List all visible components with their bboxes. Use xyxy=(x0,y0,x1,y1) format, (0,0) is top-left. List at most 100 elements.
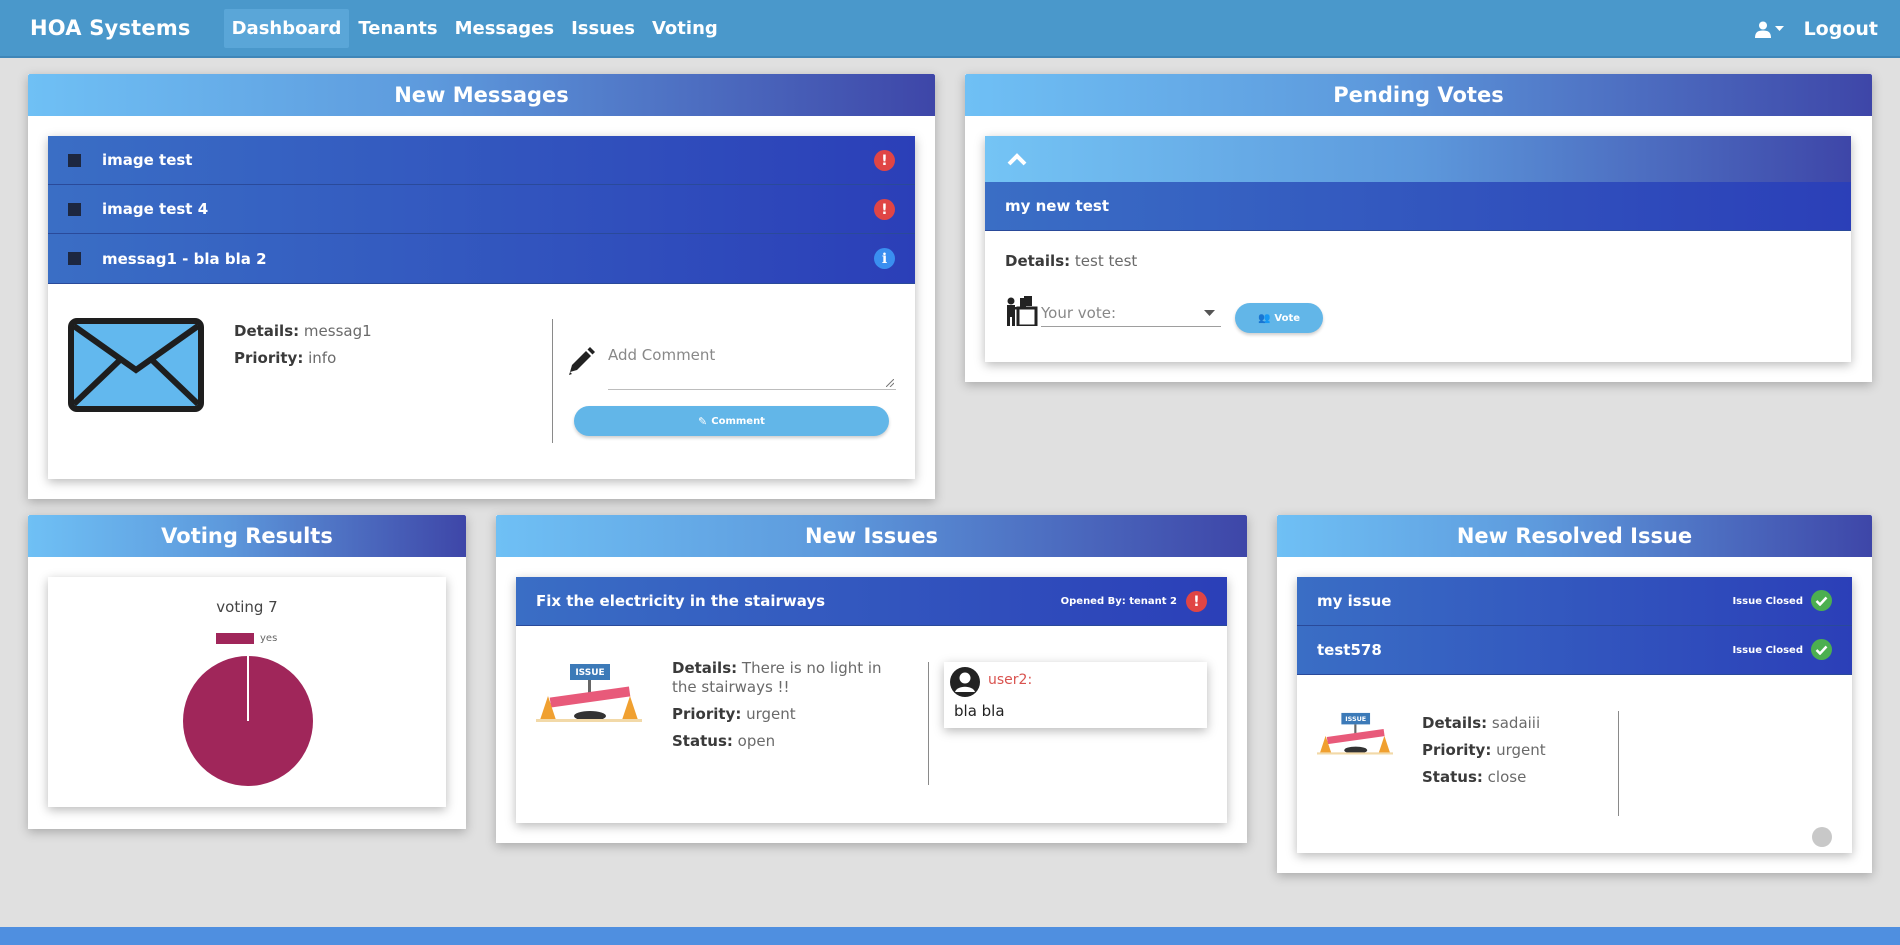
exclamation-icon: ! xyxy=(874,199,895,220)
message-bullet xyxy=(68,202,81,216)
details-value: sadaiii xyxy=(1491,714,1541,732)
nav-messages[interactable]: Messages xyxy=(447,9,563,48)
issue-details: Details: There is no light in the stairw… xyxy=(672,659,902,751)
details-value: messag1 xyxy=(303,322,372,340)
comment-button-label: Comment xyxy=(711,415,765,427)
status-label: Status: xyxy=(672,732,733,750)
messages-card: image test ! image test 4 ! messag1 - bl… xyxy=(48,136,915,479)
check-circle-icon xyxy=(1811,639,1832,660)
divider xyxy=(552,319,553,443)
issue-title: Fix the electricity in the stairways xyxy=(536,592,826,610)
resolved-panel: New Resolved Issue my issue Issue Closed… xyxy=(1277,515,1872,873)
details-label: Details: xyxy=(1422,714,1488,732)
pencil-small-icon: ✎ xyxy=(698,414,708,428)
opened-by-label: Opened By: tenant 2 xyxy=(1060,595,1177,607)
priority-label: Priority: xyxy=(234,349,304,367)
vote-item[interactable]: my new test xyxy=(985,182,1851,231)
ballot-box-icon xyxy=(1007,296,1038,326)
legend-swatch xyxy=(216,633,254,644)
resolved-item-title: my issue xyxy=(1317,592,1392,610)
pie-chart xyxy=(183,656,313,786)
status-value: open xyxy=(737,732,776,750)
avatar-icon xyxy=(950,667,980,697)
votes-panel: Pending Votes my new test Details: test … xyxy=(965,74,1872,382)
resolved-item[interactable]: test578 Issue Closed xyxy=(1297,626,1852,675)
vote-select-placeholder: Your vote: xyxy=(1041,304,1117,322)
divider xyxy=(928,662,929,785)
footer-bar xyxy=(0,927,1900,945)
brand-logo[interactable]: HOA Systems xyxy=(30,16,191,40)
message-item[interactable]: image test ! xyxy=(48,136,915,185)
user-menu-toggle[interactable] xyxy=(1754,21,1784,38)
comment-button[interactable]: ✎ Comment xyxy=(574,406,889,436)
resolved-card: my issue Issue Closed test578 Issue Clos… xyxy=(1297,577,1852,853)
nav-right-group: Logout xyxy=(1754,0,1878,58)
votes-panel-title: Pending Votes xyxy=(965,74,1872,116)
messages-panel: New Messages image test ! image test 4 !… xyxy=(28,74,935,499)
priority-label: Priority: xyxy=(672,705,742,723)
priority-value: info xyxy=(308,349,337,367)
message-details-block: Details: messag1 Priority: info xyxy=(234,318,534,372)
resize-handle-icon[interactable] xyxy=(886,379,894,387)
comment-textarea[interactable]: Add Comment xyxy=(608,336,896,390)
nav-tenants[interactable]: Tenants xyxy=(350,9,445,48)
vote-select[interactable]: Your vote: xyxy=(1041,296,1221,327)
nav-voting[interactable]: Voting xyxy=(644,9,726,48)
details-label: Details: xyxy=(234,322,300,340)
vote-button-label: Vote xyxy=(1274,312,1301,324)
envelope-icon xyxy=(68,318,204,412)
issue-illustration-icon: ISSUE xyxy=(1317,712,1393,755)
info-icon: i xyxy=(874,248,895,269)
message-title: image test 4 xyxy=(102,200,209,218)
divider xyxy=(1618,711,1619,816)
message-item[interactable]: messag1 - bla bla 2 i xyxy=(48,234,915,284)
issues-panel-title: New Issues xyxy=(496,515,1247,557)
message-item[interactable]: image test 4 ! xyxy=(48,185,915,234)
chevron-up-icon xyxy=(1007,152,1027,165)
vote-button[interactable]: 👥 Vote xyxy=(1235,303,1323,333)
votes-card: my new test Details: test test Your vote… xyxy=(985,136,1851,362)
issue-illustration-icon: ISSUE xyxy=(536,664,642,722)
logout-link[interactable]: Logout xyxy=(1804,18,1878,40)
chart-title: voting 7 xyxy=(216,598,278,616)
vote-details: Details: test test xyxy=(1005,248,1137,275)
nav-dashboard[interactable]: Dashboard xyxy=(223,8,350,48)
chart-legend: yes xyxy=(216,633,277,644)
messages-panel-title: New Messages xyxy=(28,74,935,116)
svg-text:ISSUE: ISSUE xyxy=(1345,715,1366,723)
comment-card: user2: bla bla xyxy=(944,662,1207,728)
resolved-item-title: test578 xyxy=(1317,641,1382,659)
exclamation-icon: ! xyxy=(874,150,895,171)
results-panel: Voting Results voting 7 yes xyxy=(28,515,466,829)
comment-placeholder: Add Comment xyxy=(608,346,716,364)
results-panel-title: Voting Results xyxy=(28,515,466,557)
message-title: messag1 - bla bla 2 xyxy=(102,249,267,268)
status-value: close xyxy=(1487,768,1527,786)
message-bullet xyxy=(68,153,81,167)
priority-value: urgent xyxy=(1496,741,1546,759)
priority-label: Priority: xyxy=(1422,741,1492,759)
caret-down-icon xyxy=(1204,310,1215,316)
vote-item-title: my new test xyxy=(1005,197,1110,215)
scroll-indicator[interactable] xyxy=(1812,827,1832,847)
issue-item[interactable]: Fix the electricity in the stairways Ope… xyxy=(516,577,1227,626)
details-label: Details: xyxy=(672,659,738,677)
issue-closed-label: Issue Closed xyxy=(1732,595,1803,607)
resolved-item[interactable]: my issue Issue Closed xyxy=(1297,577,1852,626)
resolved-details: Details: sadaiii Priority: urgent Status… xyxy=(1422,710,1546,791)
caret-down-icon xyxy=(1774,26,1784,31)
legend-label: yes xyxy=(260,633,278,644)
resolved-panel-title: New Resolved Issue xyxy=(1277,515,1872,557)
details-label: Details: xyxy=(1005,252,1071,270)
check-circle-icon xyxy=(1811,590,1832,611)
votes-collapse-bar[interactable] xyxy=(985,136,1851,182)
top-navbar: HOA Systems Dashboard Tenants Messages I… xyxy=(0,0,1900,58)
exclamation-icon: ! xyxy=(1186,591,1207,612)
svg-text:ISSUE: ISSUE xyxy=(575,668,604,678)
details-value: test test xyxy=(1074,252,1138,270)
comment-text: bla bla xyxy=(954,702,1005,720)
status-label: Status: xyxy=(1422,768,1483,786)
comment-user: user2: xyxy=(988,672,1033,688)
message-bullet xyxy=(68,252,81,265)
nav-issues[interactable]: Issues xyxy=(563,9,643,48)
